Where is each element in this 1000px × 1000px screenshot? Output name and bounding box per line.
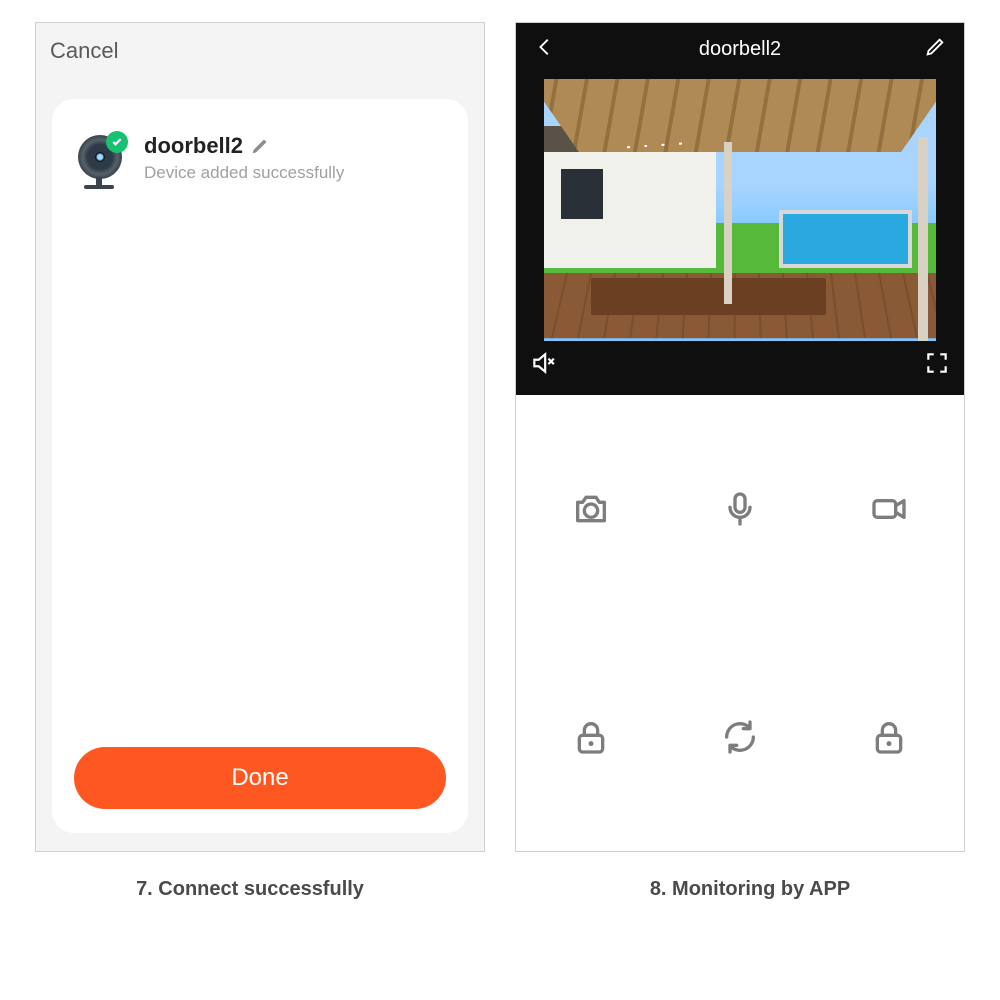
control-grid	[516, 395, 964, 851]
lock2-button[interactable]	[815, 623, 964, 851]
done-button[interactable]: Done	[74, 747, 446, 809]
device-thumbnail	[74, 133, 130, 189]
edit-icon[interactable]	[924, 36, 946, 63]
refresh-button[interactable]	[665, 623, 814, 851]
nav-bar: Cancel	[36, 23, 484, 79]
device-status-text: Device added successfully	[144, 163, 446, 183]
monitoring-screen: doorbell2	[515, 22, 965, 852]
device-name: doorbell2	[144, 133, 243, 159]
mute-icon[interactable]	[530, 350, 556, 381]
device-added-screen: Cancel doorbell2	[35, 22, 485, 852]
cancel-button[interactable]: Cancel	[50, 38, 118, 64]
back-icon[interactable]	[534, 36, 556, 63]
lock1-button[interactable]	[516, 623, 665, 851]
fullscreen-icon[interactable]	[924, 350, 950, 381]
video-title: doorbell2	[699, 38, 781, 61]
video-nav-bar: doorbell2	[516, 23, 964, 75]
video-feed-area[interactable]	[516, 75, 964, 395]
caption-left: 7. Connect successfully	[25, 878, 475, 901]
record-button[interactable]	[815, 395, 964, 623]
talk-button[interactable]	[665, 395, 814, 623]
snapshot-button[interactable]	[516, 395, 665, 623]
edit-name-icon[interactable]	[251, 137, 269, 155]
camera-feed	[544, 79, 936, 341]
caption-right: 8. Monitoring by APP	[525, 878, 975, 901]
success-check-icon	[106, 131, 128, 153]
device-card: doorbell2 Device added successfully Done	[52, 99, 468, 833]
